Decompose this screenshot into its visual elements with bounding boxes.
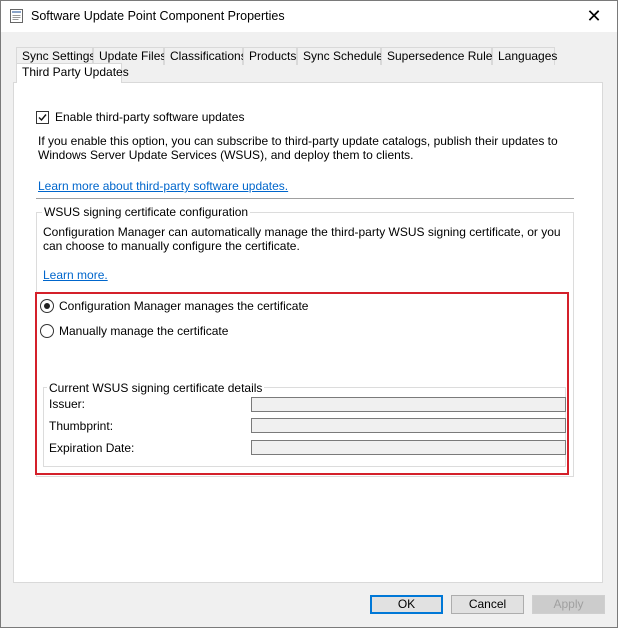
ok-button[interactable]: OK <box>370 595 443 614</box>
tab-panel: Enable third-party software updates If y… <box>13 82 603 583</box>
divider <box>36 198 574 199</box>
issuer-label: Issuer: <box>49 397 86 411</box>
radio-selected-dot <box>44 303 50 309</box>
tab-sync-schedule[interactable]: Sync Schedule <box>297 47 383 65</box>
expiration-date-label: Expiration Date: <box>49 441 135 455</box>
enable-third-party-checkbox[interactable] <box>36 111 49 124</box>
issuer-field <box>251 397 566 412</box>
third-party-description: If you enable this option, you can subsc… <box>38 134 558 162</box>
title-bar: Software Update Point Component Properti… <box>1 1 617 32</box>
radio-manual-label[interactable]: Manually manage the certificate <box>59 324 228 338</box>
window-title: Software Update Point Component Properti… <box>31 9 285 23</box>
expiration-date-field <box>251 440 566 455</box>
signing-description: Configuration Manager can automatically … <box>43 225 561 253</box>
close-button[interactable]: ✕ <box>571 1 617 32</box>
cancel-button[interactable]: Cancel <box>451 595 524 614</box>
details-group-label: Current WSUS signing certificate details <box>47 381 265 395</box>
tab-supersedence-rules[interactable]: Supersedence Rules <box>381 47 498 65</box>
properties-icon <box>10 9 23 23</box>
tab-languages[interactable]: Languages <box>492 47 557 65</box>
radio-managed[interactable] <box>40 299 54 313</box>
tab-products[interactable]: Products <box>243 47 297 65</box>
apply-button[interactable]: Apply <box>532 595 605 614</box>
signing-group-label: WSUS signing certificate configuration <box>42 205 251 219</box>
thumbprint-field <box>251 418 566 433</box>
learn-more-third-party-link[interactable]: Learn more about third-party software up… <box>38 179 288 193</box>
thumbprint-label: Thumbprint: <box>49 419 114 433</box>
close-icon: ✕ <box>586 6 602 26</box>
tab-classifications[interactable]: Classifications <box>164 47 247 65</box>
dialog-window: Software Update Point Component Properti… <box>0 0 618 628</box>
learn-more-signing-link[interactable]: Learn more. <box>43 268 108 282</box>
radio-managed-label[interactable]: Configuration Manager manages the certif… <box>59 299 308 313</box>
enable-third-party-label[interactable]: Enable third-party software updates <box>55 110 244 124</box>
checkmark-icon <box>38 114 47 122</box>
radio-manual[interactable] <box>40 324 54 338</box>
tab-third-party-updates[interactable]: Third Party Updates <box>16 63 129 83</box>
